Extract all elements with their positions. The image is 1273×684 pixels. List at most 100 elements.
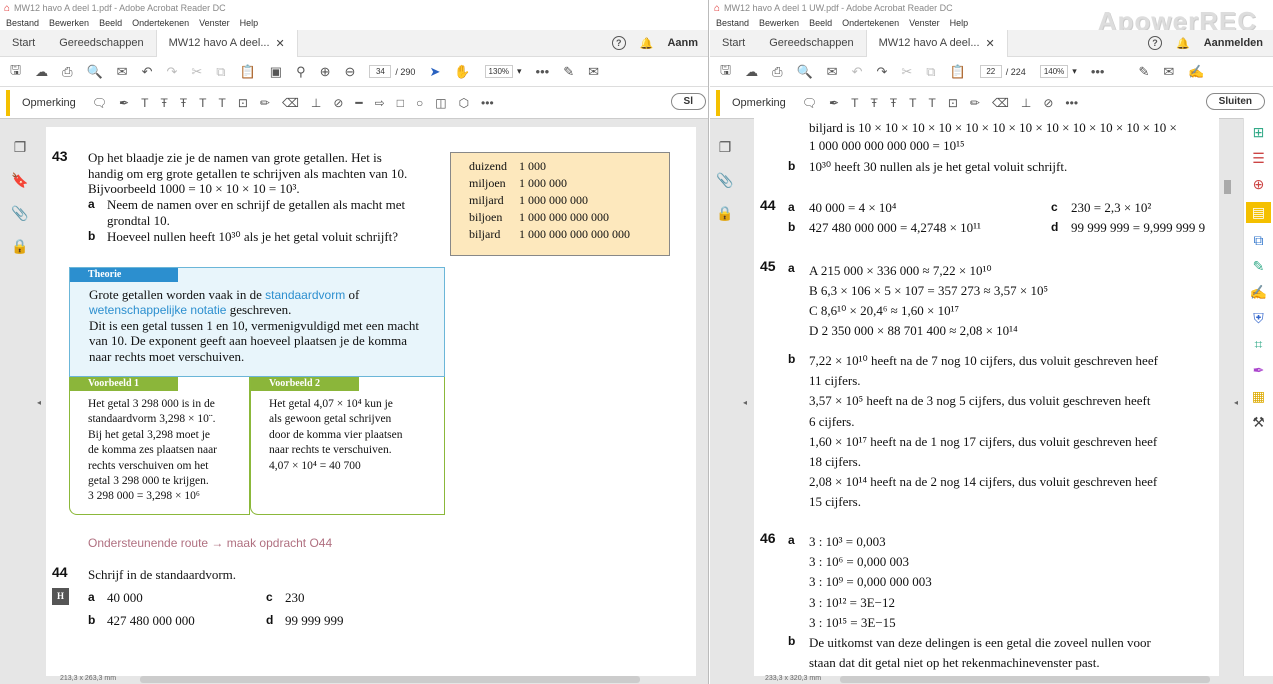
hand-icon[interactable]: ✋ [454, 64, 470, 80]
organize-icon[interactable]: ☰ [1252, 150, 1265, 167]
sign-icon[interactable]: ✎ [1138, 64, 1149, 80]
pencil-icon[interactable]: ✏ [970, 96, 980, 110]
cut-icon[interactable]: ✂ [191, 64, 202, 80]
protect-icon[interactable]: ⛨ [1253, 310, 1264, 327]
redo-icon[interactable]: ↷ [166, 64, 177, 80]
print-icon[interactable]: ⎙ [62, 64, 72, 80]
sign-in-button[interactable]: Aanm [667, 37, 698, 49]
clipboard-icon[interactable]: 📋 [950, 64, 966, 80]
tab-document[interactable]: MW12 havo A deel... ✕ [155, 29, 298, 57]
highlight-icon[interactable]: ✒ [119, 96, 129, 110]
add-text-icon[interactable]: T [928, 96, 935, 110]
menu-help[interactable]: Help [950, 18, 969, 28]
save-icon[interactable]: 🖫 [10, 61, 21, 83]
more-icon[interactable]: ••• [1091, 64, 1105, 79]
sticky-note-icon[interactable]: 🗨 [802, 96, 817, 110]
highlight-icon[interactable]: ✒ [829, 96, 839, 110]
menu-bestand[interactable]: Bestand [716, 18, 749, 28]
fill-sign-icon[interactable]: ✍ [1188, 64, 1204, 80]
close-comment-button[interactable]: Sl [670, 93, 706, 110]
eraser-icon[interactable]: ⌫ [282, 96, 299, 110]
polygon-line-icon[interactable]: ◫ [435, 96, 446, 110]
help-icon[interactable]: ? [1148, 36, 1162, 50]
certificate-icon[interactable]: 🔒 [11, 238, 28, 255]
zoom-control[interactable]: 140% ▾ [1039, 65, 1077, 78]
sticky-note-icon[interactable]: 🗨 [92, 96, 107, 110]
attach-icon[interactable]: ⊘ [333, 96, 343, 110]
attach-icon[interactable]: ⊘ [1043, 96, 1053, 110]
attachment-icon[interactable]: 📎 [11, 205, 28, 222]
horizontal-scrollbar[interactable] [140, 676, 640, 683]
eraser-icon[interactable]: ⌫ [992, 96, 1009, 110]
close-comment-button[interactable]: Sluiten [1205, 93, 1265, 110]
chevron-down-icon[interactable]: ▾ [517, 66, 522, 77]
menu-bewerken[interactable]: Bewerken [49, 18, 89, 28]
stamp-icon[interactable]: ⊥ [1021, 96, 1031, 110]
replace-text-icon[interactable]: Ŧ [180, 96, 187, 110]
page-number-input[interactable]: 22 [979, 65, 1002, 78]
copy-icon[interactable]: ⧉ [926, 64, 935, 80]
scroll-left-icon[interactable]: ◂ [743, 398, 747, 407]
polygon-icon[interactable]: ⬡ [459, 96, 469, 110]
edit-pdf-icon[interactable]: ✎ [1253, 258, 1265, 275]
menu-venster[interactable]: Venster [909, 18, 940, 28]
menu-bestand[interactable]: Bestand [6, 18, 39, 28]
menu-ondertekenen[interactable]: Ondertekenen [842, 18, 899, 28]
oval-icon[interactable]: ○ [416, 96, 423, 110]
more-icon[interactable]: ••• [536, 64, 550, 79]
redo-icon[interactable]: ↷ [876, 64, 887, 80]
text-icon[interactable]: T [851, 96, 858, 110]
attachment-icon[interactable]: 📎 [716, 172, 733, 189]
page-number-input[interactable]: 34 [369, 65, 392, 78]
zoom-value[interactable]: 130% [484, 65, 514, 78]
share-icon[interactable]: ✉ [588, 64, 599, 80]
copy-icon[interactable]: ⧉ [216, 64, 225, 80]
camera-icon[interactable]: ▣ [270, 64, 282, 80]
menu-bewerken[interactable]: Bewerken [759, 18, 799, 28]
print-icon[interactable]: ⎙ [772, 64, 782, 80]
upload-icon[interactable]: ☁ [35, 64, 48, 80]
pages-icon[interactable]: ❐ [14, 139, 27, 156]
customize-tools-icon[interactable]: ⚒ [1252, 414, 1265, 431]
rectangle-icon[interactable]: □ [397, 96, 404, 110]
clipboard-icon[interactable]: 📋 [240, 64, 256, 80]
line-icon[interactable]: ━ [355, 96, 362, 110]
page-up-icon[interactable]: ⊕ [320, 64, 331, 80]
close-tab-icon[interactable]: ✕ [986, 37, 995, 50]
menu-beeld[interactable]: Beeld [99, 18, 122, 28]
stamp-icon[interactable]: ⊥ [311, 96, 321, 110]
zoom-control[interactable]: 130% ▾ [484, 65, 522, 78]
chevron-down-icon[interactable]: ▾ [1072, 66, 1077, 77]
save-icon[interactable]: 🖫 [720, 61, 731, 83]
create-pdf-icon[interactable]: ⊕ [1253, 176, 1265, 193]
export-pdf-icon[interactable]: ⊞ [1253, 124, 1265, 141]
scan-icon[interactable]: ⌗ [1255, 336, 1263, 353]
bell-icon[interactable]: 🔔 [640, 37, 654, 50]
tab-start[interactable]: Start [0, 30, 47, 57]
add-text-icon[interactable]: T [218, 96, 225, 110]
replace-text-icon[interactable]: Ŧ [890, 96, 897, 110]
zoom-value[interactable]: 140% [1039, 65, 1069, 78]
insert-text-icon[interactable]: T [199, 96, 206, 110]
share-icon[interactable]: ✉ [1163, 64, 1174, 80]
fill-sign-tool-icon[interactable]: ✍ [1250, 284, 1267, 301]
arrow-icon[interactable]: ⇨ [375, 96, 385, 110]
tab-tools[interactable]: Gereedschappen [757, 30, 865, 57]
page-down-icon[interactable]: ⊖ [345, 64, 356, 80]
close-tab-icon[interactable]: ✕ [276, 37, 285, 50]
undo-icon[interactable]: ↶ [142, 64, 153, 80]
undo-icon[interactable]: ↶ [852, 64, 863, 80]
text-box-icon[interactable]: ⊡ [948, 96, 958, 110]
strike-icon[interactable]: Ŧ [870, 96, 877, 110]
cut-icon[interactable]: ✂ [901, 64, 912, 80]
horizontal-scrollbar[interactable] [840, 676, 1210, 683]
more-tools-icon[interactable]: ••• [481, 96, 494, 110]
text-icon[interactable]: T [141, 96, 148, 110]
email-icon[interactable]: ✉ [117, 64, 128, 80]
vertical-scrollbar[interactable] [1224, 180, 1231, 194]
combine-icon[interactable]: ⧉ [1254, 232, 1264, 249]
sign-in-button[interactable]: Aanmelden [1204, 37, 1263, 49]
send-sign-icon[interactable]: ✒ [1253, 362, 1265, 379]
rich-media-icon[interactable]: ▦ [1252, 388, 1265, 405]
menu-beeld[interactable]: Beeld [809, 18, 832, 28]
